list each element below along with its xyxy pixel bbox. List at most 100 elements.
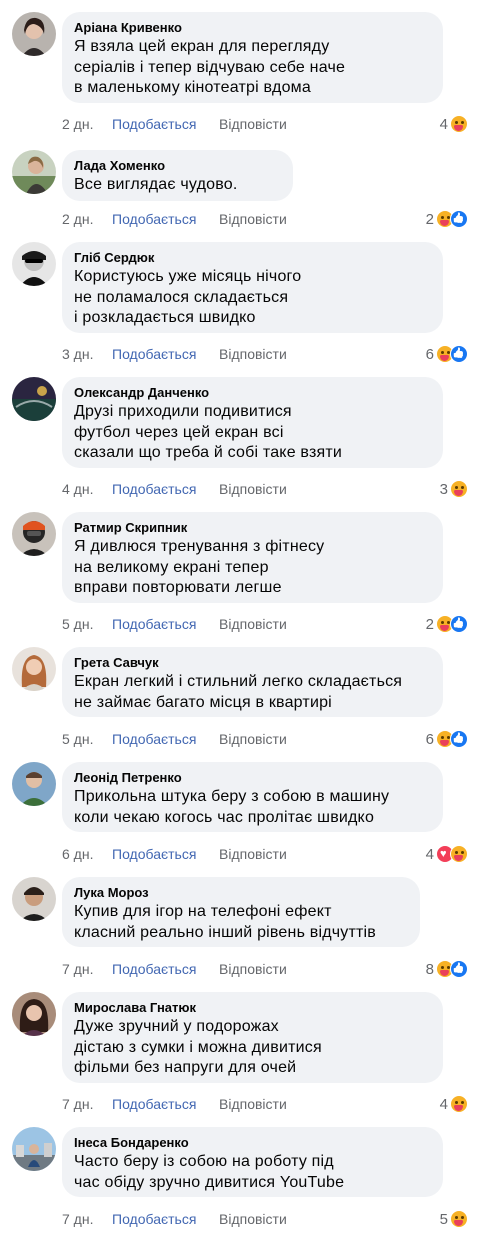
reactions[interactable]: 4	[440, 1094, 468, 1114]
reactions[interactable]: 2	[426, 209, 468, 229]
comment-author[interactable]: Аріана Кривенко	[74, 19, 431, 37]
reaction-count: 2	[425, 615, 434, 633]
like-link[interactable]: Подобається	[112, 615, 219, 633]
comment-text: Часто беру із собою на роботу під час об…	[74, 1153, 345, 1191]
like-icon	[450, 615, 468, 633]
comment-time[interactable]: 7 дн.	[62, 1095, 112, 1113]
care-icon	[450, 1095, 468, 1113]
comment: Лука Мороз Купив для ігор на телефоні еф…	[0, 877, 480, 981]
comment-author[interactable]: Гліб Сердюк	[74, 249, 431, 267]
comment-bubble: Лада Хоменко Все виглядає чудово.	[62, 150, 293, 201]
comment-bubble: Леонід Петренко Прикольна штука беру з с…	[62, 762, 443, 832]
avatar[interactable]	[12, 762, 56, 806]
reaction-count: 3	[439, 480, 448, 498]
comment-meta: 6 дн. Подобається Відповісти	[62, 845, 287, 863]
reactions[interactable]: 5	[440, 1209, 468, 1229]
comment-text: Все виглядає чудово.	[74, 176, 238, 193]
like-link[interactable]: Подобається	[112, 1210, 219, 1228]
reaction-count: 8	[425, 960, 434, 978]
reply-link[interactable]: Відповісти	[219, 115, 287, 133]
comment: Олександр Данченко Друзі приходили подив…	[0, 377, 480, 502]
avatar[interactable]	[12, 1127, 56, 1171]
comment-meta: 2 дн. Подобається Відповісти	[62, 210, 287, 228]
comment-meta: 7 дн. Подобається Відповісти	[62, 960, 287, 978]
like-link[interactable]: Подобається	[112, 1095, 219, 1113]
reply-link[interactable]: Відповісти	[219, 845, 287, 863]
like-link[interactable]: Подобається	[112, 480, 219, 498]
avatar[interactable]	[12, 377, 56, 421]
comment-text: Я дивлюся тренування з фітнесу на велико…	[74, 538, 325, 596]
comments-feed: Аріана Кривенко Я взяла цей екран для пе…	[0, 0, 480, 1239]
reactions[interactable]: 6	[426, 729, 468, 749]
comment-text: Друзі приходили подивитися футбол через …	[74, 403, 343, 461]
comment: Інеса Бондаренко Часто беру із собою на …	[0, 1127, 480, 1231]
reactions[interactable]: 2	[426, 614, 468, 634]
comment-text: Прикольна штука беру з собою в машину ко…	[74, 788, 390, 826]
comment-time[interactable]: 5 дн.	[62, 730, 112, 748]
reply-link[interactable]: Відповісти	[219, 210, 287, 228]
reaction-count: 4	[439, 1095, 448, 1113]
reactions[interactable]: 3	[440, 479, 468, 499]
comment-author[interactable]: Лада Хоменко	[74, 157, 281, 175]
comment-text: Я взяла цей екран для перегляду серіалів…	[74, 38, 346, 96]
avatar[interactable]	[12, 992, 56, 1036]
reply-link[interactable]: Відповісти	[219, 730, 287, 748]
comment: Ратмир Скрипник Я дивлюся тренування з ф…	[0, 512, 480, 637]
like-icon	[450, 210, 468, 228]
like-link[interactable]: Подобається	[112, 345, 219, 363]
comment-time[interactable]: 5 дн.	[62, 615, 112, 633]
comment-author[interactable]: Мирослава Гнатюк	[74, 999, 431, 1017]
reply-link[interactable]: Відповісти	[219, 480, 287, 498]
reactions[interactable]: 4	[440, 114, 468, 134]
like-icon	[450, 345, 468, 363]
comment: Грета Савчук Екран легкий і стильний лег…	[0, 647, 480, 751]
reaction-count: 2	[425, 210, 434, 228]
like-link[interactable]: Подобається	[112, 845, 219, 863]
comment-bubble: Інеса Бондаренко Часто беру із собою на …	[62, 1127, 443, 1197]
reaction-count: 4	[439, 115, 448, 133]
comment-time[interactable]: 7 дн.	[62, 1210, 112, 1228]
like-link[interactable]: Подобається	[112, 730, 219, 748]
comment-meta: 5 дн. Подобається Відповісти	[62, 730, 287, 748]
comment-time[interactable]: 6 дн.	[62, 845, 112, 863]
comment: Мирослава Гнатюк Дуже зручний у подорожа…	[0, 992, 480, 1117]
avatar[interactable]	[12, 12, 56, 56]
comment-time[interactable]: 3 дн.	[62, 345, 112, 363]
comment-text: Користуюсь уже місяць нічого не поламало…	[74, 268, 302, 326]
avatar[interactable]	[12, 512, 56, 556]
care-icon	[450, 115, 468, 133]
comment-author[interactable]: Леонід Петренко	[74, 769, 431, 787]
comment-time[interactable]: 2 дн.	[62, 210, 112, 228]
comment-bubble: Лука Мороз Купив для ігор на телефоні еф…	[62, 877, 420, 947]
comment-time[interactable]: 2 дн.	[62, 115, 112, 133]
like-link[interactable]: Подобається	[112, 115, 219, 133]
reply-link[interactable]: Відповісти	[219, 1210, 287, 1228]
avatar[interactable]	[12, 242, 56, 286]
reaction-count: 5	[439, 1210, 448, 1228]
reply-link[interactable]: Відповісти	[219, 1095, 287, 1113]
avatar[interactable]	[12, 877, 56, 921]
comment-time[interactable]: 4 дн.	[62, 480, 112, 498]
comment-author[interactable]: Ратмир Скрипник	[74, 519, 431, 537]
care-icon	[450, 1210, 468, 1228]
reactions[interactable]: 8	[426, 959, 468, 979]
comment-author[interactable]: Олександр Данченко	[74, 384, 431, 402]
reply-link[interactable]: Відповісти	[219, 960, 287, 978]
reactions[interactable]: 6	[426, 344, 468, 364]
avatar[interactable]	[12, 150, 56, 194]
comment-meta: 7 дн. Подобається Відповісти	[62, 1210, 287, 1228]
like-link[interactable]: Подобається	[112, 210, 219, 228]
comment-text: Купив для ігор на телефоні ефект класний…	[74, 903, 376, 941]
comment-author[interactable]: Грета Савчук	[74, 654, 431, 672]
comment-author[interactable]: Інеса Бондаренко	[74, 1134, 431, 1152]
comment-meta: 7 дн. Подобається Відповісти	[62, 1095, 287, 1113]
comment-author[interactable]: Лука Мороз	[74, 884, 408, 902]
avatar[interactable]	[12, 647, 56, 691]
reactions[interactable]: 4	[426, 844, 468, 864]
like-link[interactable]: Подобається	[112, 960, 219, 978]
comment-time[interactable]: 7 дн.	[62, 960, 112, 978]
comment: Лада Хоменко Все виглядає чудово. 2 дн. …	[0, 150, 480, 230]
reply-link[interactable]: Відповісти	[219, 345, 287, 363]
like-icon	[450, 960, 468, 978]
reply-link[interactable]: Відповісти	[219, 615, 287, 633]
